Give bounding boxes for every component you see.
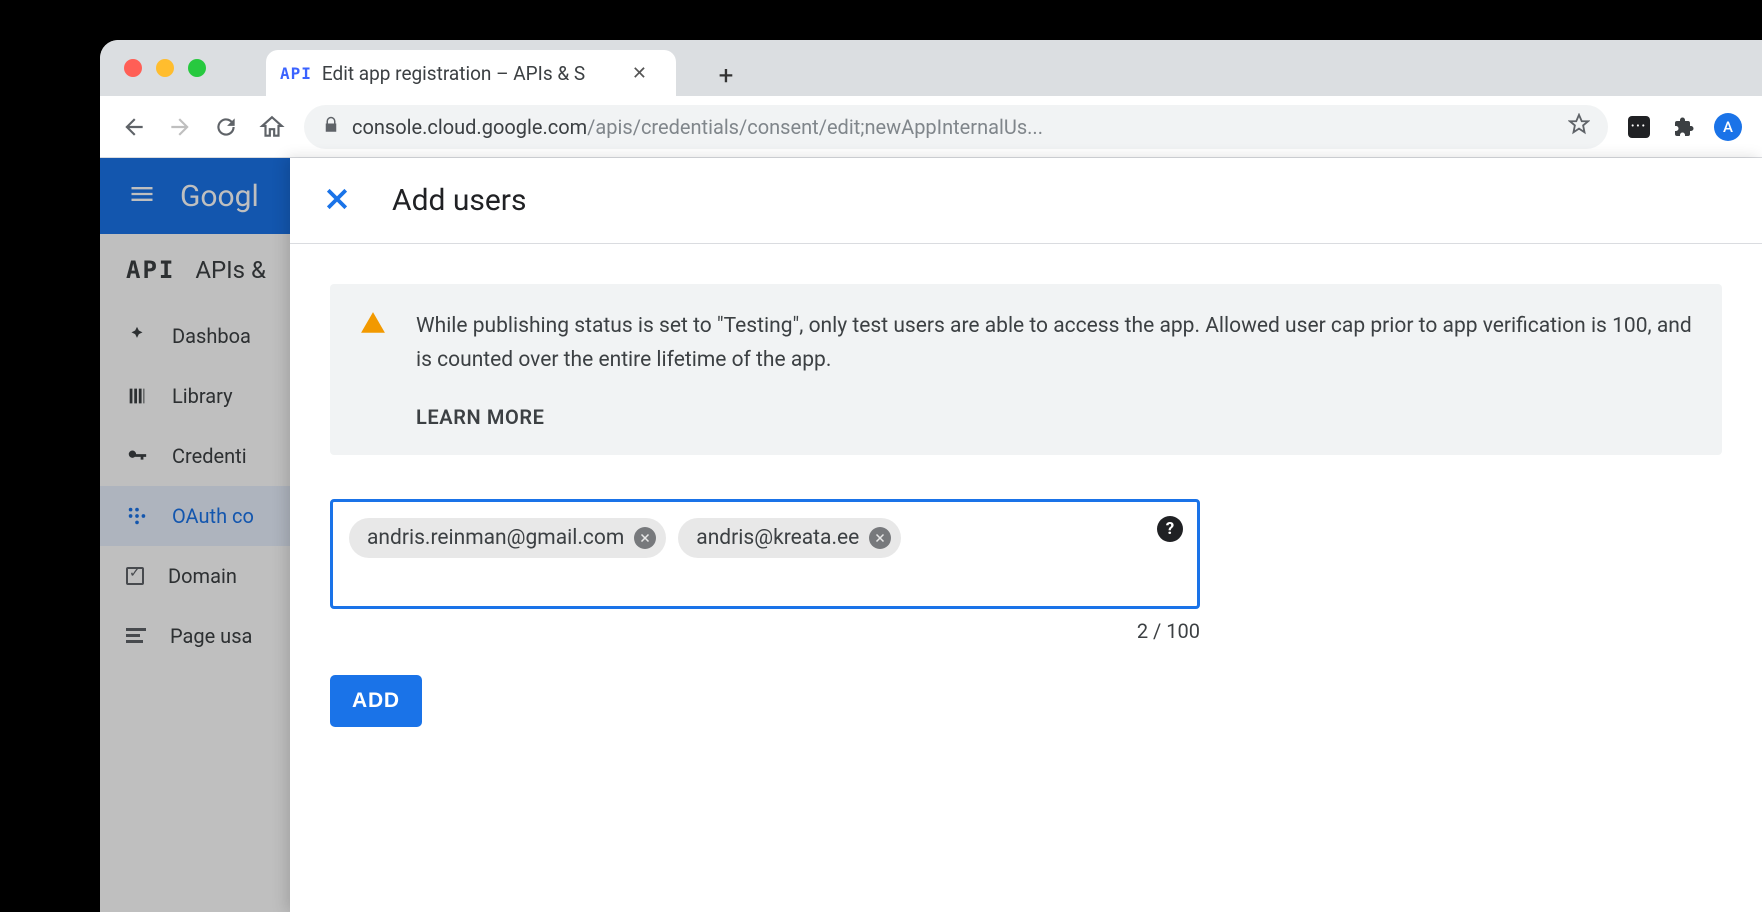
close-panel-button[interactable] xyxy=(322,184,352,218)
panel-header: Add users xyxy=(290,158,1762,244)
close-window-button[interactable] xyxy=(124,59,142,77)
add-button[interactable]: ADD xyxy=(330,675,422,727)
lock-icon xyxy=(322,115,340,139)
warning-callout: While publishing status is set to "Testi… xyxy=(330,284,1722,455)
reload-button[interactable] xyxy=(212,113,240,141)
chip-label: andris@kreata.ee xyxy=(696,526,859,550)
help-icon[interactable]: ? xyxy=(1157,516,1183,542)
remove-chip-button[interactable] xyxy=(869,527,891,549)
user-count: 2 / 100 xyxy=(330,609,1200,643)
url-text: console.cloud.google.com/apis/credential… xyxy=(352,115,1556,139)
close-tab-button[interactable]: ✕ xyxy=(632,63,647,84)
page-content: Googl API APIs & Dashboa Library xyxy=(100,158,1762,912)
panel-title: Add users xyxy=(392,183,526,218)
learn-more-link[interactable]: LEARN MORE xyxy=(416,405,1692,429)
user-chip: andris@kreata.ee xyxy=(678,518,901,558)
add-users-panel: Add users While publishing status is set… xyxy=(290,158,1762,912)
callout-text: While publishing status is set to "Testi… xyxy=(416,310,1692,377)
browser-tab[interactable]: API Edit app registration – APIs & S ✕ xyxy=(266,50,676,96)
minimize-window-button[interactable] xyxy=(156,59,174,77)
profile-avatar[interactable]: A xyxy=(1714,113,1742,141)
home-button[interactable] xyxy=(258,113,286,141)
fullscreen-window-button[interactable] xyxy=(188,59,206,77)
extension-lastpass-icon[interactable]: ••• xyxy=(1626,114,1652,140)
back-button[interactable] xyxy=(120,113,148,141)
remove-chip-button[interactable] xyxy=(634,527,656,549)
bookmark-star-icon[interactable] xyxy=(1568,113,1590,140)
window-controls xyxy=(124,40,236,96)
tab-strip: API Edit app registration – APIs & S ✕ + xyxy=(100,40,1762,96)
warning-icon xyxy=(360,310,386,340)
forward-button[interactable] xyxy=(166,113,194,141)
url-path: /apis/credentials/consent/edit;newAppInt… xyxy=(587,115,1043,139)
tab-favicon: API xyxy=(280,64,312,83)
test-users-input[interactable]: andris.reinman@gmail.com andris@kreata.e… xyxy=(330,499,1200,609)
chip-label: andris.reinman@gmail.com xyxy=(367,526,624,550)
address-bar: console.cloud.google.com/apis/credential… xyxy=(100,96,1762,158)
extensions-icon[interactable] xyxy=(1670,114,1696,140)
new-tab-button[interactable]: + xyxy=(706,56,746,96)
panel-body: While publishing status is set to "Testi… xyxy=(290,244,1762,767)
url-host: console.cloud.google.com xyxy=(352,115,587,139)
user-chip: andris.reinman@gmail.com xyxy=(349,518,666,558)
browser-window: API Edit app registration – APIs & S ✕ + xyxy=(100,40,1762,912)
tab-title: Edit app registration – APIs & S xyxy=(322,62,622,85)
omnibox[interactable]: console.cloud.google.com/apis/credential… xyxy=(304,105,1608,149)
